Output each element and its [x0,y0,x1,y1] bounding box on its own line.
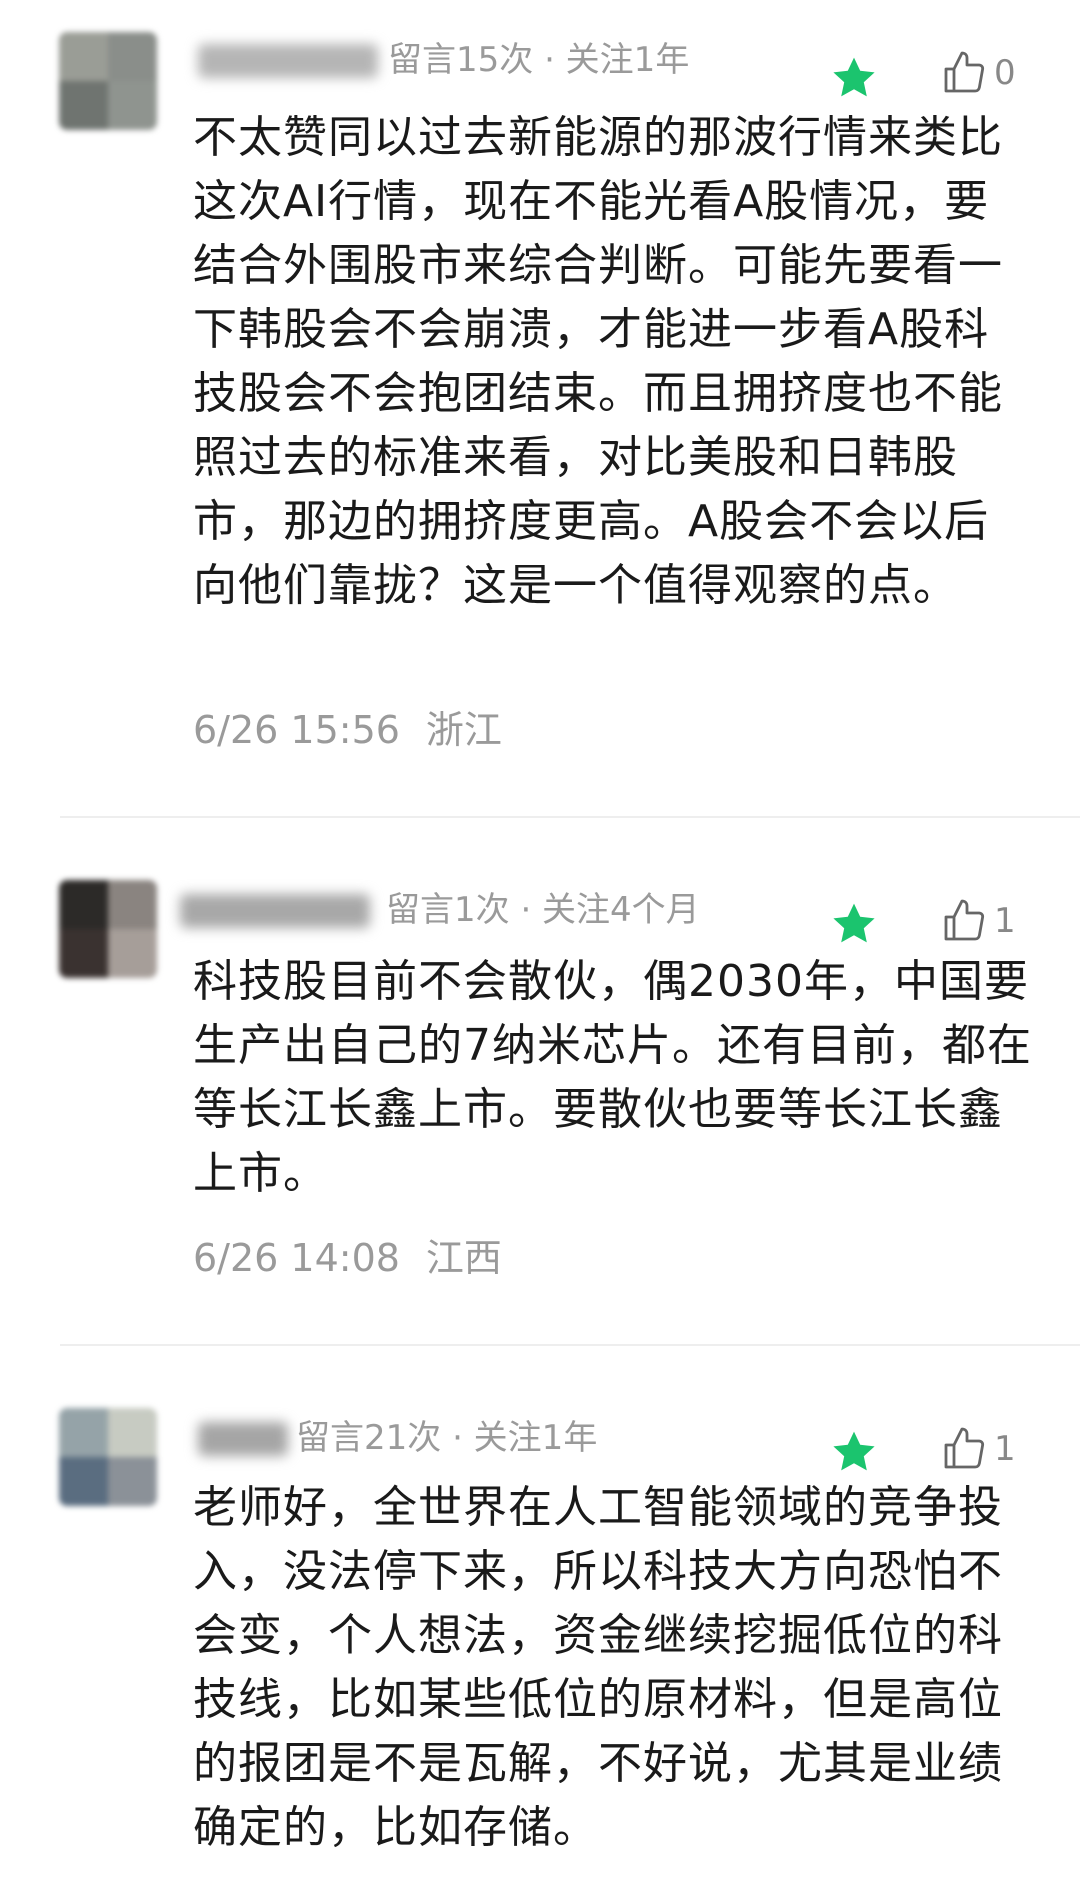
comment-meta: 留言21次 · 关注1年 [296,1418,598,1458]
star-icon[interactable] [830,900,878,948]
comment-timestamp: 6/26 14:08 江西 [193,1236,502,1280]
comment-location: 江西 [425,1236,502,1280]
comment-text: 老师好，全世界在人工智能领域的竞争投入，没法停下来，所以科技大方向恐怕不会变，个… [193,1482,1003,1853]
like-count: 0 [994,53,1016,93]
comment-item: 留言21次 · 关注1年 1 老师好，全世界在人工智能领域的竞争投入，没法停下来… [0,1380,1080,1898]
comment-list: 留言15次 · 关注1年 0 不太赞同以过去新能源的那波行情来类比这次AI行情，… [0,0,1080,1898]
avatar[interactable] [59,880,157,978]
comment-timestamp: 6/26 15:56 浙江 [193,708,502,752]
partial-timestamp [400,1880,540,1898]
comment-text: 科技股目前不会散伙，偶2030年，中国要生产出自己的7纳米芯片。还有目前，都在等… [193,956,1032,1199]
like-count: 1 [994,1429,1016,1469]
like-count: 1 [994,901,1016,941]
comment-text: 不太赞同以过去新能源的那波行情来类比这次AI行情，现在不能光看A股情况，要结合外… [193,112,1003,611]
avatar[interactable] [59,32,157,130]
thumbs-up-icon [944,51,985,93]
divider [60,1344,1080,1346]
comment-item: 留言15次 · 关注1年 0 不太赞同以过去新能源的那波行情来类比这次AI行情，… [0,0,1080,820]
like-button[interactable]: 0 [940,46,1016,100]
comment-meta: 留言1次 · 关注4个月 [386,890,700,930]
divider [60,816,1080,818]
comment-location: 浙江 [425,708,502,752]
avatar[interactable] [59,1408,157,1506]
thumbs-up-icon [944,1427,985,1469]
like-button[interactable]: 1 [940,894,1016,948]
star-icon[interactable] [830,54,878,102]
username[interactable] [198,1422,288,1456]
username[interactable] [180,894,370,928]
thumbs-up-icon [944,899,985,941]
comment-meta: 留言15次 · 关注1年 [388,40,690,80]
comment-item: 留言1次 · 关注4个月 1 科技股目前不会散伙，偶2030年，中国要生产出自己… [0,850,1080,1350]
comment-time: 6/26 14:08 [193,1236,400,1280]
like-button[interactable]: 1 [940,1422,1016,1476]
username[interactable] [198,44,378,78]
star-icon[interactable] [830,1428,878,1476]
comment-time: 6/26 15:56 [193,708,400,752]
